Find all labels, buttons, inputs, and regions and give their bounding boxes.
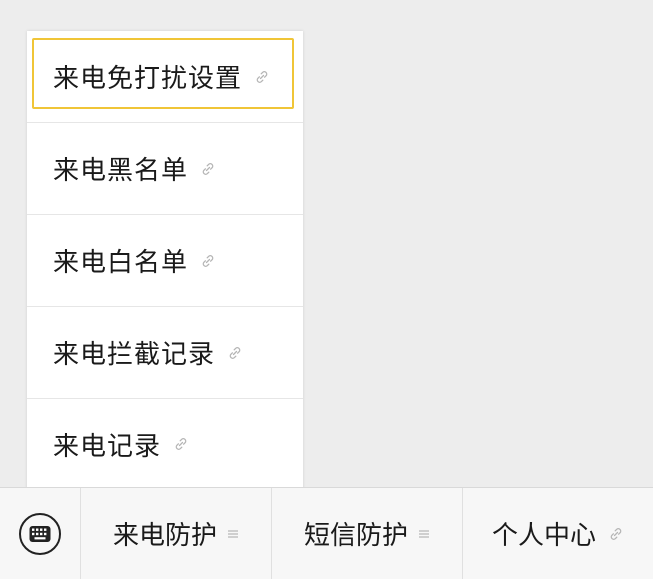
popup-menu: 来电免打扰设置 来电黑名单 来电白名单 来电拦截记录 来电记录 [27, 31, 303, 489]
menu-item-label: 来电记录 [53, 431, 162, 462]
link-icon [173, 436, 189, 452]
tab-label: 来电防护 [112, 521, 217, 551]
keyboard-toggle-button[interactable] [0, 488, 80, 579]
link-icon [200, 253, 216, 269]
tab-label: 短信防护 [303, 521, 408, 551]
link-icon [254, 69, 270, 85]
menu-item-label: 来电拦截记录 [53, 340, 216, 370]
menu-item-label: 来电黑名单 [53, 156, 189, 186]
keyboard-icon [19, 512, 61, 555]
menu-lines-icon [418, 528, 430, 540]
menu-item-label: 来电免打扰设置 [53, 64, 243, 94]
menu-item-label: 来电白名单 [53, 248, 189, 278]
menu-item-call-records[interactable]: 来电记录 [27, 399, 303, 489]
link-icon [200, 161, 216, 177]
link-icon [227, 345, 243, 361]
tab-label: 个人中心 [491, 521, 596, 551]
tab-personal-center[interactable]: 个人中心 [462, 488, 653, 579]
bottom-tab-bar: 来电防护 短信防护 个人中心 [0, 487, 653, 579]
tab-sms-protection[interactable]: 短信防护 [271, 488, 462, 579]
menu-item-block-records[interactable]: 来电拦截记录 [27, 307, 303, 399]
menu-item-blacklist[interactable]: 来电黑名单 [27, 123, 303, 215]
link-icon [608, 526, 624, 542]
menu-item-whitelist[interactable]: 来电白名单 [27, 215, 303, 307]
menu-lines-icon [227, 528, 239, 540]
tab-call-protection[interactable]: 来电防护 [80, 488, 271, 579]
menu-item-do-not-disturb[interactable]: 来电免打扰设置 [27, 31, 303, 123]
